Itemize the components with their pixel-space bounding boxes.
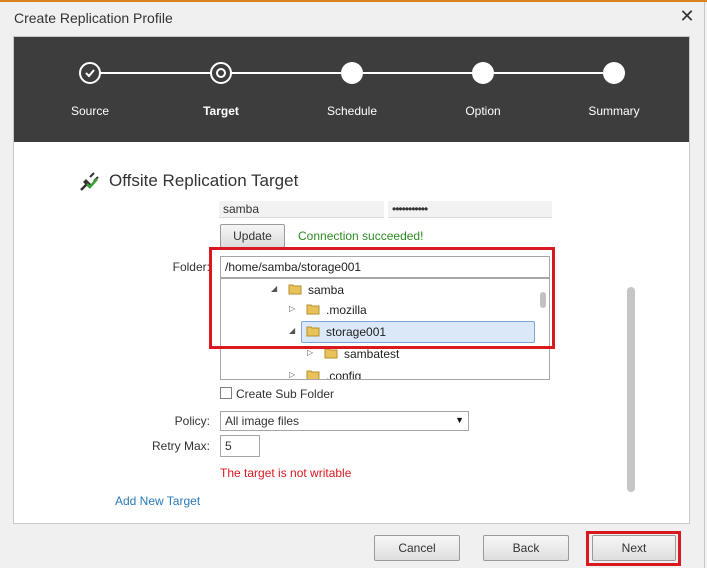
panel-scrollbar-thumb[interactable] [627, 287, 635, 492]
step-target-dot[interactable] [210, 62, 232, 84]
update-button[interactable]: Update [220, 224, 285, 248]
back-button[interactable]: Back [483, 535, 569, 561]
retry-max-input[interactable]: 5 [220, 435, 260, 457]
dropdown-arrow-icon: ▼ [455, 415, 464, 425]
replication-dialog: Create Replication Profile ✕ Source Targ… [0, 2, 705, 568]
tree-item-label: .config [326, 369, 362, 380]
dialog-title: Create Replication Profile [14, 10, 173, 26]
add-new-target-link[interactable]: Add New Target [115, 494, 200, 508]
step-schedule-label: Schedule [326, 104, 378, 118]
policy-selected-value: All image files [225, 414, 300, 428]
plug-icon [80, 172, 99, 191]
section-heading: Offsite Replication Target [109, 171, 299, 190]
step-option-dot[interactable] [472, 62, 494, 84]
folder-label: Folder: [172, 260, 210, 274]
create-subfolder-checkbox[interactable] [220, 387, 232, 399]
step-schedule-dot[interactable] [341, 62, 363, 84]
step-summary-dot[interactable] [603, 62, 625, 84]
step-summary-label: Summary [588, 104, 640, 118]
step-source-label: Source [70, 104, 110, 118]
policy-select[interactable]: All image files ▼ [220, 411, 469, 431]
password-field[interactable]: ••••••••••• [388, 201, 552, 218]
content-panel: Source Target Schedule Option Summary Of… [13, 36, 690, 524]
retry-label: Retry Max: [151, 439, 210, 453]
step-option-label: Option [465, 104, 501, 118]
highlight-box-next [586, 531, 681, 566]
connection-status: Connection succeeded! [298, 229, 424, 243]
wizard-steps: Source Target Schedule Option Summary [14, 37, 689, 142]
close-icon[interactable]: ✕ [678, 6, 696, 26]
error-message: The target is not writable [220, 466, 352, 480]
create-subfolder-label: Create Sub Folder [236, 387, 335, 401]
policy-label: Policy: [174, 414, 210, 428]
username-field[interactable]: samba [219, 201, 384, 218]
tree-item-label: sambatest [344, 347, 400, 361]
collapsed-triangle-icon: ▷ [289, 370, 296, 379]
collapsed-triangle-icon: ▷ [307, 348, 314, 357]
cancel-button[interactable]: Cancel [374, 535, 460, 561]
tree-item-config[interactable]: ▷ .config [289, 367, 489, 380]
highlight-box-folder [209, 247, 555, 349]
step-target-label: Target [203, 104, 239, 118]
check-icon [85, 69, 95, 78]
folder-icon [306, 370, 320, 379]
step-source-dot[interactable] [79, 62, 101, 84]
